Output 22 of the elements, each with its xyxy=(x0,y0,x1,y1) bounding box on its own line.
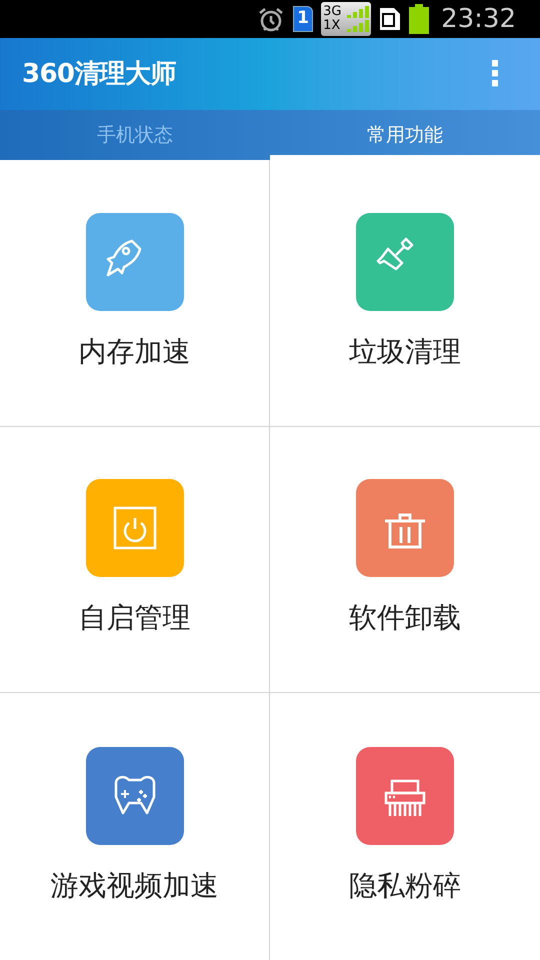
feature-label[interactable]: 游戏视频加速 xyxy=(50,864,218,907)
gamepad-icon[interactable] xyxy=(86,746,184,845)
alarm-icon xyxy=(257,6,286,32)
feature-label[interactable]: 软件卸载 xyxy=(349,597,461,640)
app-title: 360清理大师 xyxy=(22,58,176,90)
signal-bars-icon xyxy=(347,5,370,33)
feature-label[interactable]: 内存加速 xyxy=(78,330,190,373)
feature-label[interactable]: 垃圾清理 xyxy=(349,330,461,373)
battery-icon xyxy=(409,4,430,34)
feature-label[interactable]: 自启管理 xyxy=(78,597,190,640)
network-type-text: 1X xyxy=(323,19,342,33)
clock: 23:32 xyxy=(441,2,516,36)
shredder-icon[interactable] xyxy=(356,746,454,845)
trash-icon[interactable] xyxy=(356,479,454,578)
feature-label[interactable]: 隐私粉碎 xyxy=(349,864,461,907)
sd-card-icon xyxy=(379,7,402,31)
rocket-icon[interactable] xyxy=(86,212,184,311)
power-icon[interactable] xyxy=(86,479,184,578)
sim-badge: 1 xyxy=(293,6,314,32)
brush-icon[interactable] xyxy=(356,212,454,311)
network-type-text: 3G xyxy=(323,5,342,19)
tab[interactable]: 常用功能 xyxy=(270,110,540,160)
